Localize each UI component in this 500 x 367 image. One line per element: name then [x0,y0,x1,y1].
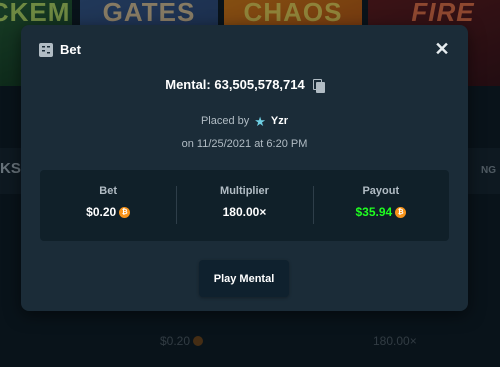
stat-value: 180.00× [222,205,267,219]
modal-header: Bet [39,42,81,57]
stat-multiplier: Multiplier 180.00× [176,170,312,241]
stat-payout: Payout $35.94 ₿ [312,170,449,241]
bet-modal: Bet ✕ Mental: 63,505,578,714 Placed by ★… [21,25,468,311]
modal-title: Bet [60,42,81,57]
copy-icon[interactable] [312,78,325,93]
stat-label: Payout [362,185,400,197]
stat-label: Bet [99,185,118,197]
close-icon[interactable]: ✕ [434,40,450,58]
bitcoin-icon: ₿ [395,206,407,218]
placed-by-line: Placed by ★ Yzr [21,113,468,129]
play-mental-button[interactable]: Play Mental [199,260,289,297]
stat-label: Multiplier [220,185,269,197]
bet-stats-panel: Bet $0.20 ₿ Multiplier 180.00× Payout $3… [40,170,449,241]
vip-star-icon: ★ [254,113,266,129]
bitcoin-icon: ₿ [119,206,131,218]
placed-by-label: Placed by [200,115,250,127]
bet-date: on 11/25/2021 at 6:20 PM [181,138,308,150]
stat-value: $0.20 ₿ [40,205,176,219]
user-name[interactable]: Yzr [271,115,288,127]
stat-bet: Bet $0.20 ₿ [40,170,176,241]
stat-value: $35.94 ₿ [313,205,449,219]
bet-id: Mental: 63,505,578,714 [165,77,305,92]
bet-slip-icon [39,42,53,57]
bet-id-line: Mental: 63,505,578,714 [21,77,468,93]
